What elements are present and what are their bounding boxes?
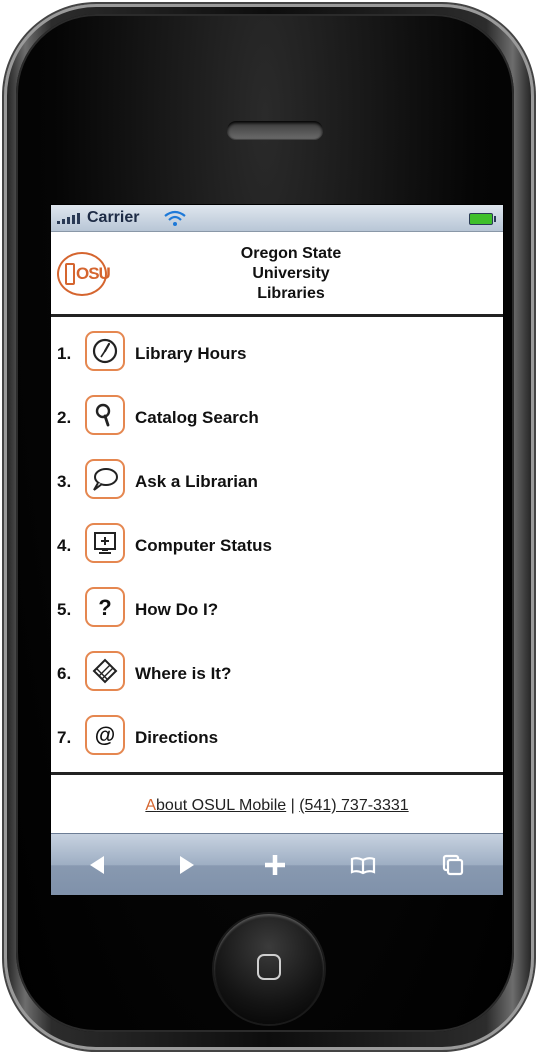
- device-mockup: Carrier OSU Oregon State University Libr…: [0, 0, 540, 1056]
- clock-icon: [85, 331, 125, 371]
- about-link-initial: A: [145, 797, 157, 814]
- menu-item-where-is-it[interactable]: 6. Where is It?: [51, 647, 503, 703]
- menu-item-number: 3.: [57, 472, 72, 491]
- browser-toolbar: [51, 833, 503, 895]
- page-title: Oregon State University Libraries: [201, 244, 381, 304]
- menu-item-ask-a-librarian[interactable]: 3. Ask a Librarian: [51, 455, 503, 511]
- osu-logo[interactable]: OSU: [57, 252, 111, 296]
- speech-bubble-icon: [85, 459, 125, 499]
- about-link-text: bout OSUL Mobile: [156, 797, 287, 814]
- signal-strength-icon: [57, 212, 80, 224]
- pages-icon[interactable]: [435, 848, 471, 882]
- carrier-label: Carrier: [87, 209, 140, 226]
- menu-item-number: 7.: [57, 728, 72, 747]
- magnifier-icon: [85, 395, 125, 435]
- phone-link[interactable]: (541) 737-3331: [299, 797, 408, 814]
- menu-item-computer-status[interactable]: 4. Computer Status: [51, 519, 503, 575]
- status-bar: Carrier: [51, 205, 503, 232]
- menu-item-how-do-i[interactable]: 5. ? How Do I?: [51, 583, 503, 639]
- osu-logo-mark: [65, 263, 75, 285]
- title-line-3: Libraries: [257, 285, 325, 302]
- menu-item-label: Directions: [135, 728, 219, 747]
- phone-screen: Carrier OSU Oregon State University Libr…: [50, 204, 504, 896]
- menu-item-number: 4.: [57, 536, 72, 555]
- home-button[interactable]: [214, 914, 324, 1024]
- title-line-1: Oregon State: [240, 245, 342, 262]
- menu-item-library-hours[interactable]: 1. Library Hours: [51, 327, 503, 383]
- map-icon: [85, 651, 125, 691]
- menu-item-number: 6.: [57, 664, 72, 683]
- back-arrow-icon[interactable]: [79, 848, 115, 882]
- home-square-icon: [257, 954, 281, 980]
- battery-icon: [469, 213, 496, 225]
- app-header: OSU Oregon State University Libraries: [51, 232, 503, 317]
- footer: About OSUL Mobile | (541) 737-3331: [51, 797, 503, 815]
- menu-item-label: How Do I?: [135, 600, 219, 619]
- menu-item-label: Catalog Search: [135, 408, 259, 427]
- earpiece-speaker: [227, 121, 323, 139]
- bookmarks-icon[interactable]: [345, 848, 381, 882]
- menu-item-label: Computer Status: [135, 536, 272, 555]
- svg-text:@: @: [95, 724, 115, 747]
- menu-item-label: Ask a Librarian: [135, 472, 258, 491]
- osu-logo-text: OSU: [76, 264, 111, 283]
- menu-item-directions[interactable]: 7. @ Directions: [51, 711, 503, 767]
- menu-item-number: 1.: [57, 344, 72, 363]
- question-mark-icon: ?: [85, 587, 125, 627]
- computer-monitor-icon: [85, 523, 125, 563]
- footer-separator: |: [286, 797, 300, 814]
- svg-text:?: ?: [98, 595, 111, 620]
- menu-item-label: Library Hours: [135, 344, 247, 363]
- menu-item-label: Where is It?: [135, 664, 232, 683]
- footer-divider: [51, 772, 503, 775]
- menu-item-catalog-search[interactable]: 2. Catalog Search: [51, 391, 503, 447]
- menu-item-number: 2.: [57, 408, 72, 427]
- about-link[interactable]: About OSUL Mobile: [145, 797, 286, 814]
- menu-item-number: 5.: [57, 600, 72, 619]
- at-sign-icon: @: [85, 715, 125, 755]
- wifi-icon: [164, 210, 186, 226]
- forward-arrow-icon[interactable]: [169, 848, 205, 882]
- add-icon[interactable]: [257, 848, 293, 882]
- title-line-2: University: [252, 265, 330, 282]
